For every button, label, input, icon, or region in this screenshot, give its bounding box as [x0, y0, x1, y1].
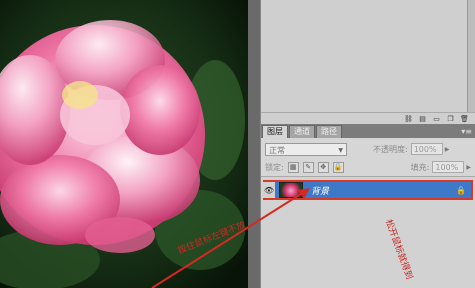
- upper-panel-area: [261, 0, 467, 112]
- panel-menu-icon[interactable]: ▾≡: [461, 127, 472, 136]
- new-doc-icon[interactable]: ▤: [418, 115, 427, 123]
- panel-tabs: 图层 通道 路径 ▾≡: [261, 124, 475, 138]
- lock-row: 锁定: ▦ ✎ ✥ 🔒 填充: 100% ▶: [261, 158, 475, 176]
- layers-list: 👁 背景 🔒 松开鼠标就得到: [261, 176, 475, 288]
- layer-name: 背景: [311, 186, 330, 197]
- chevron-down-icon: ▼: [338, 146, 343, 154]
- layers-panel: ⛓ ▤ ▭ ❐ 🗑 图层 通道 路径 ▾≡ 正常 ▼ 不透明度: 100% ▶ …: [260, 0, 475, 288]
- tab-channels[interactable]: 通道: [289, 125, 315, 138]
- canvas-gutter: [248, 0, 260, 288]
- lock-all-icon[interactable]: 🔒: [332, 161, 344, 173]
- eye-icon[interactable]: 👁: [263, 182, 275, 198]
- layer-row-background[interactable]: 👁 背景 🔒: [263, 180, 473, 200]
- layer-thumbnail: [279, 182, 303, 198]
- fill-arrow-icon[interactable]: ▶: [466, 164, 471, 171]
- trash-icon[interactable]: 🗑: [460, 115, 469, 123]
- upper-scrollbar[interactable]: [467, 0, 475, 112]
- lock-paint-icon[interactable]: ✎: [302, 161, 314, 173]
- blend-row: 正常 ▼ 不透明度: 100% ▶: [261, 140, 475, 158]
- fill-label: 填充:: [410, 162, 430, 172]
- link-icon[interactable]: ⛓: [404, 115, 413, 123]
- opacity-field[interactable]: 100%: [410, 143, 443, 155]
- peony-photo: [0, 0, 248, 288]
- fill-field[interactable]: 100%: [432, 161, 465, 173]
- blend-mode-value: 正常: [269, 145, 285, 155]
- opacity-arrow-icon[interactable]: ▶: [445, 146, 450, 153]
- folder-icon[interactable]: ▭: [432, 115, 441, 123]
- image-canvas[interactable]: 按住鼠标左键不放: [0, 0, 248, 288]
- lock-icon: 🔒: [456, 185, 466, 195]
- right-annotation: 松开鼠标就得到: [382, 218, 414, 281]
- upper-panel-footer: ⛓ ▤ ▭ ❐ 🗑: [261, 112, 475, 124]
- tab-layers[interactable]: 图层: [262, 125, 288, 138]
- lock-transparency-icon[interactable]: ▦: [287, 161, 299, 173]
- lock-move-icon[interactable]: ✥: [317, 161, 329, 173]
- tab-paths[interactable]: 路径: [316, 125, 342, 138]
- new-layer-icon[interactable]: ❐: [446, 115, 455, 123]
- opacity-label: 不透明度:: [373, 144, 408, 154]
- lock-label: 锁定:: [265, 162, 284, 172]
- blend-mode-select[interactable]: 正常 ▼: [265, 142, 347, 156]
